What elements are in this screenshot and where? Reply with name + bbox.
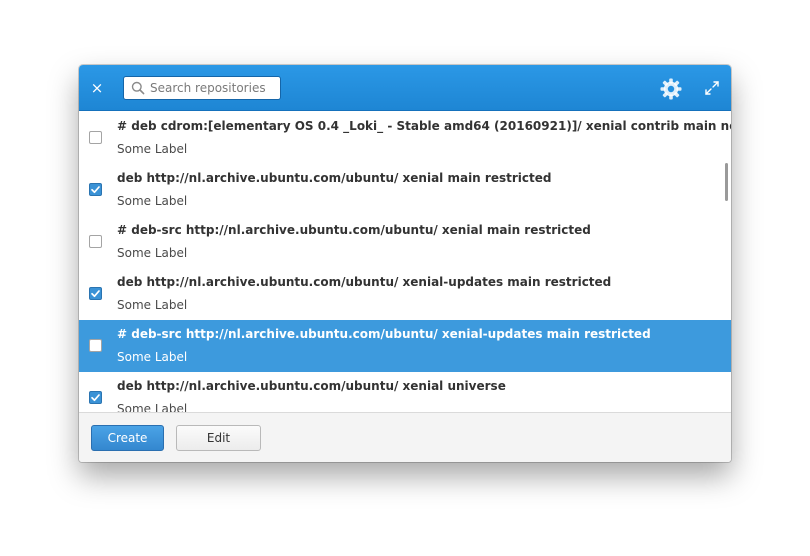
- gear-icon: [660, 78, 682, 100]
- checkmark-icon: [91, 394, 100, 402]
- repository-list: # deb cdrom:[elementary OS 0.4 _Loki_ - …: [79, 112, 731, 412]
- search-input[interactable]: [148, 81, 278, 95]
- checkbox[interactable]: [89, 339, 102, 352]
- list-item[interactable]: deb http://nl.archive.ubuntu.com/ubuntu/…: [79, 268, 731, 320]
- repository-label: Some Label: [117, 298, 188, 312]
- repository-label: Some Label: [117, 142, 188, 156]
- maximize-button[interactable]: [703, 79, 721, 97]
- list-item[interactable]: deb http://nl.archive.ubuntu.com/ubuntu/…: [79, 164, 731, 216]
- list-item[interactable]: deb http://nl.archive.ubuntu.com/ubuntu/…: [79, 372, 731, 412]
- search-field[interactable]: [123, 76, 281, 100]
- settings-button[interactable]: [659, 77, 683, 101]
- repository-title: # deb-src http://nl.archive.ubuntu.com/u…: [117, 327, 651, 341]
- list-item[interactable]: # deb cdrom:[elementary OS 0.4 _Loki_ - …: [79, 112, 731, 164]
- repositories-window: × Search repositories # deb cdrom:[eleme…: [79, 65, 731, 462]
- checkbox[interactable]: [89, 287, 102, 300]
- action-bar: Create Edit: [79, 412, 731, 462]
- header-bar: ×: [79, 65, 731, 111]
- repository-title: deb http://nl.archive.ubuntu.com/ubuntu/…: [117, 379, 506, 393]
- repository-title: # deb cdrom:[elementary OS 0.4 _Loki_ - …: [117, 119, 731, 133]
- repository-label: Some Label: [117, 194, 188, 208]
- checkmark-icon: [91, 186, 100, 194]
- search-icon: [128, 78, 148, 98]
- checkbox[interactable]: [89, 183, 102, 196]
- scrollbar[interactable]: [725, 163, 728, 201]
- checkbox[interactable]: [89, 131, 102, 144]
- repository-title: deb http://nl.archive.ubuntu.com/ubuntu/…: [117, 275, 612, 289]
- list-item-selected[interactable]: # deb-src http://nl.archive.ubuntu.com/u…: [79, 320, 731, 372]
- repository-label: Some Label: [117, 402, 188, 412]
- maximize-icon: [705, 81, 719, 95]
- edit-button[interactable]: Edit: [176, 425, 261, 451]
- close-icon: ×: [90, 79, 104, 97]
- repository-label: Some Label: [117, 350, 188, 364]
- checkmark-icon: [91, 290, 100, 298]
- checkbox[interactable]: [89, 235, 102, 248]
- repository-title: # deb-src http://nl.archive.ubuntu.com/u…: [117, 223, 591, 237]
- checkbox[interactable]: [89, 391, 102, 404]
- repository-label: Some Label: [117, 246, 188, 260]
- repository-title: deb http://nl.archive.ubuntu.com/ubuntu/…: [117, 171, 552, 185]
- list-item[interactable]: # deb-src http://nl.archive.ubuntu.com/u…: [79, 216, 731, 268]
- create-button[interactable]: Create: [91, 425, 164, 451]
- close-button[interactable]: ×: [87, 78, 107, 98]
